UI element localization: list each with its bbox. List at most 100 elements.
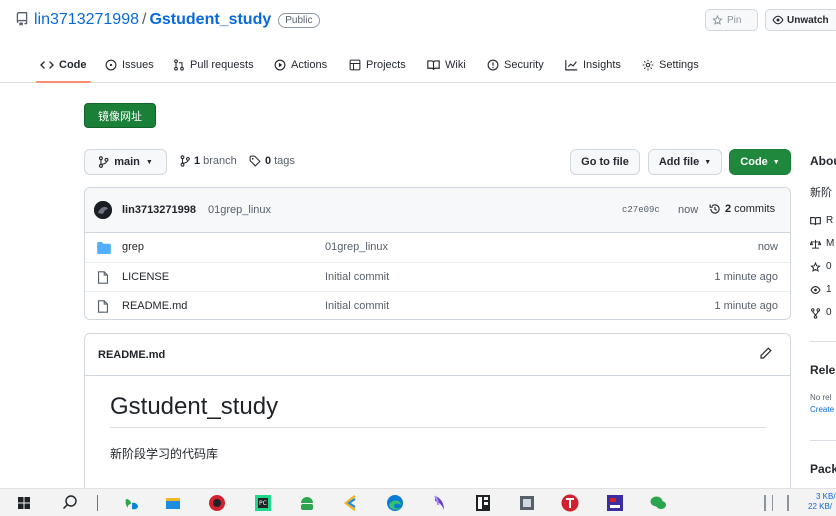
dev-tool-icon[interactable] xyxy=(605,493,625,513)
tab-issues[interactable]: Issues xyxy=(105,48,154,82)
file-time: now xyxy=(757,241,778,253)
tab-wiki[interactable]: Wiki xyxy=(427,48,466,82)
commits-link[interactable]: 2 commits xyxy=(709,203,775,215)
code-button-label: Code xyxy=(740,156,768,168)
stars-count[interactable]: 0 xyxy=(826,261,832,272)
folder-icon xyxy=(97,242,111,254)
file-explorer-icon[interactable] xyxy=(163,493,183,513)
tag-count-link[interactable]: 0 tags xyxy=(249,155,295,167)
forks-count[interactable]: 0 xyxy=(826,307,832,318)
eye-icon xyxy=(810,285,821,295)
readme-filename[interactable]: README.md xyxy=(98,349,165,361)
tab-actions[interactable]: Actions xyxy=(274,48,327,82)
code-dropdown-button[interactable]: Code ▼ xyxy=(729,149,791,175)
taskbar: PC 3 KB/ 22 KB/ xyxy=(0,488,836,516)
typora-icon[interactable] xyxy=(430,493,450,513)
fork-icon xyxy=(810,308,821,319)
file-row-readme[interactable]: README.md Initial commit 1 minute ago xyxy=(85,291,790,319)
windows-start-icon[interactable] xyxy=(14,493,34,513)
star-icon xyxy=(810,262,821,273)
search-icon[interactable] xyxy=(60,493,80,513)
readme-link[interactable]: R xyxy=(826,215,833,226)
tab-code-label: Code xyxy=(59,59,87,71)
avatar[interactable] xyxy=(94,201,112,219)
branch-count-label: branch xyxy=(203,155,237,167)
tab-issues-label: Issues xyxy=(122,59,154,71)
tab-settings[interactable]: Settings xyxy=(642,48,699,82)
tray-divider xyxy=(787,495,789,511)
tab-projects[interactable]: Projects xyxy=(349,48,406,82)
about-description: 新阶 xyxy=(810,187,832,199)
about-sidebar: Abou 新阶 R M 0 1 0 Rele No rel Create Pac… xyxy=(805,148,836,488)
back-arrow-icon[interactable] xyxy=(341,493,361,513)
taskbar-divider xyxy=(97,495,98,511)
tab-insights[interactable]: Insights xyxy=(565,48,621,82)
repo-owner-link[interactable]: lin3713271998 xyxy=(34,11,139,29)
branch-count-icon xyxy=(180,155,190,167)
branch-count-link[interactable]: 1 branch xyxy=(180,155,237,167)
edge-browser-icon[interactable] xyxy=(385,493,405,513)
toutiao-icon[interactable] xyxy=(560,493,580,513)
tab-pull-requests[interactable]: Pull requests xyxy=(173,48,254,82)
pencil-icon[interactable] xyxy=(759,347,772,360)
file-name[interactable]: grep xyxy=(122,241,144,253)
file-icon xyxy=(97,300,109,313)
file-row-license[interactable]: LICENSE Initial commit 1 minute ago xyxy=(85,262,790,291)
tab-projects-label: Projects xyxy=(366,59,406,71)
gear-icon xyxy=(642,59,654,71)
commit-hash[interactable]: c27e09c xyxy=(622,205,660,215)
file-commit-message[interactable]: Initial commit xyxy=(325,300,389,312)
pin-label: Pin xyxy=(727,14,742,26)
file-time: 1 minute ago xyxy=(714,300,778,312)
go-to-file-button[interactable]: Go to file xyxy=(570,149,640,175)
releases-heading[interactable]: Rele xyxy=(810,363,835,377)
notebook-icon[interactable] xyxy=(473,493,493,513)
commit-author[interactable]: lin3713271998 xyxy=(122,204,196,216)
pin-button[interactable]: Pin xyxy=(705,9,758,31)
branch-selector[interactable]: main ▼ xyxy=(84,149,167,175)
unwatch-label: Unwatch xyxy=(787,14,829,26)
file-commit-message[interactable]: 01grep_linux xyxy=(325,241,388,253)
tab-security-label: Security xyxy=(504,59,544,71)
pin-icon xyxy=(712,14,723,26)
screenshot-tool-icon[interactable] xyxy=(517,493,537,513)
chevron-down-icon: ▼ xyxy=(704,158,712,166)
commit-message[interactable]: 01grep_linux xyxy=(208,204,271,216)
unwatch-button[interactable]: Unwatch xyxy=(765,9,836,31)
watchers-count[interactable]: 1 xyxy=(826,284,832,295)
mirror-url-button[interactable]: 镜像网址 xyxy=(84,103,156,128)
commit-count-label: commits xyxy=(734,203,776,215)
tab-code[interactable]: Code xyxy=(36,48,90,83)
file-name[interactable]: README.md xyxy=(122,300,187,312)
repo-separator: / xyxy=(142,11,147,28)
file-commit-message[interactable]: Initial commit xyxy=(325,271,389,283)
file-row-grep[interactable]: grep 01grep_linux now xyxy=(85,233,790,262)
wechat-icon[interactable] xyxy=(648,493,668,513)
history-icon xyxy=(709,203,721,215)
shield-icon xyxy=(487,59,499,71)
add-file-label: Add file xyxy=(658,156,700,168)
file-name[interactable]: LICENSE xyxy=(122,271,169,283)
chevron-down-icon: ▼ xyxy=(145,158,153,166)
book-icon xyxy=(427,59,440,71)
sidebar-divider xyxy=(810,440,836,441)
readme-heading-divider xyxy=(110,427,766,428)
branch-icon xyxy=(98,156,109,168)
about-heading: Abou xyxy=(810,154,836,168)
pycharm-icon[interactable]: PC xyxy=(253,493,273,513)
wechat-dev-icon[interactable] xyxy=(122,493,142,513)
license-link[interactable]: M xyxy=(826,238,834,249)
recorder-icon[interactable] xyxy=(207,493,227,513)
android-icon[interactable] xyxy=(297,493,317,513)
commit-count: 2 xyxy=(725,203,732,215)
tag-icon xyxy=(249,155,261,167)
create-release-link[interactable]: Create xyxy=(810,405,834,414)
repo-title: lin3713271998 / Gstudent_study Public xyxy=(34,11,320,29)
tab-actions-label: Actions xyxy=(291,59,328,71)
packages-heading[interactable]: Pack xyxy=(810,462,836,476)
tab-settings-label: Settings xyxy=(659,59,699,71)
no-releases-text: No rel xyxy=(810,393,832,402)
repo-name-link[interactable]: Gstudent_study xyxy=(149,11,271,29)
add-file-button[interactable]: Add file ▼ xyxy=(648,149,722,175)
tab-security[interactable]: Security xyxy=(487,48,544,82)
